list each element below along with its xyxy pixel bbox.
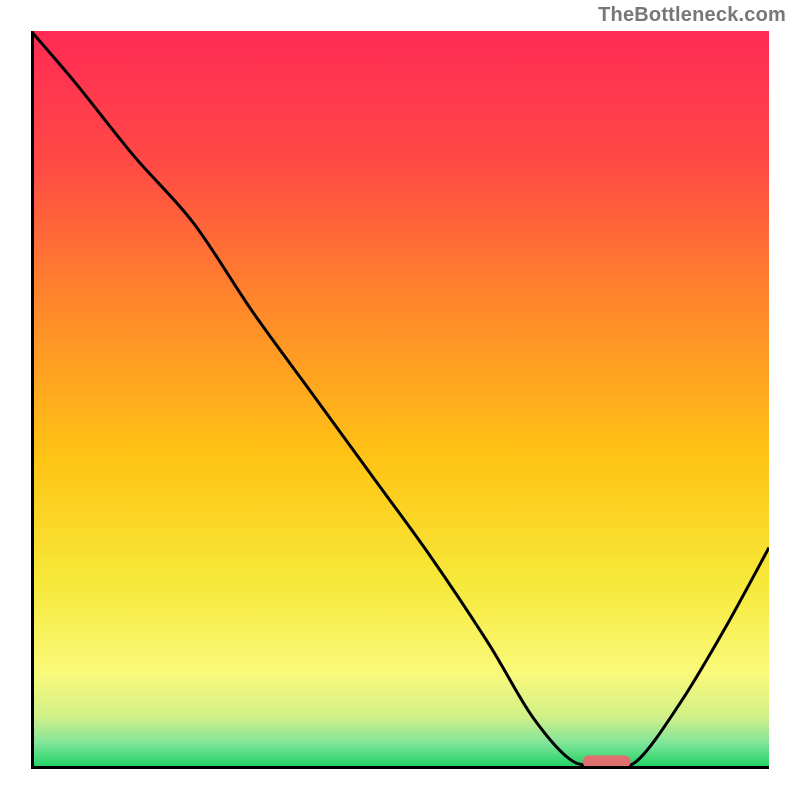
chart-axes bbox=[31, 31, 769, 769]
chart-container: TheBottleneck.com bbox=[0, 0, 800, 800]
watermark-text: TheBottleneck.com bbox=[598, 4, 786, 27]
